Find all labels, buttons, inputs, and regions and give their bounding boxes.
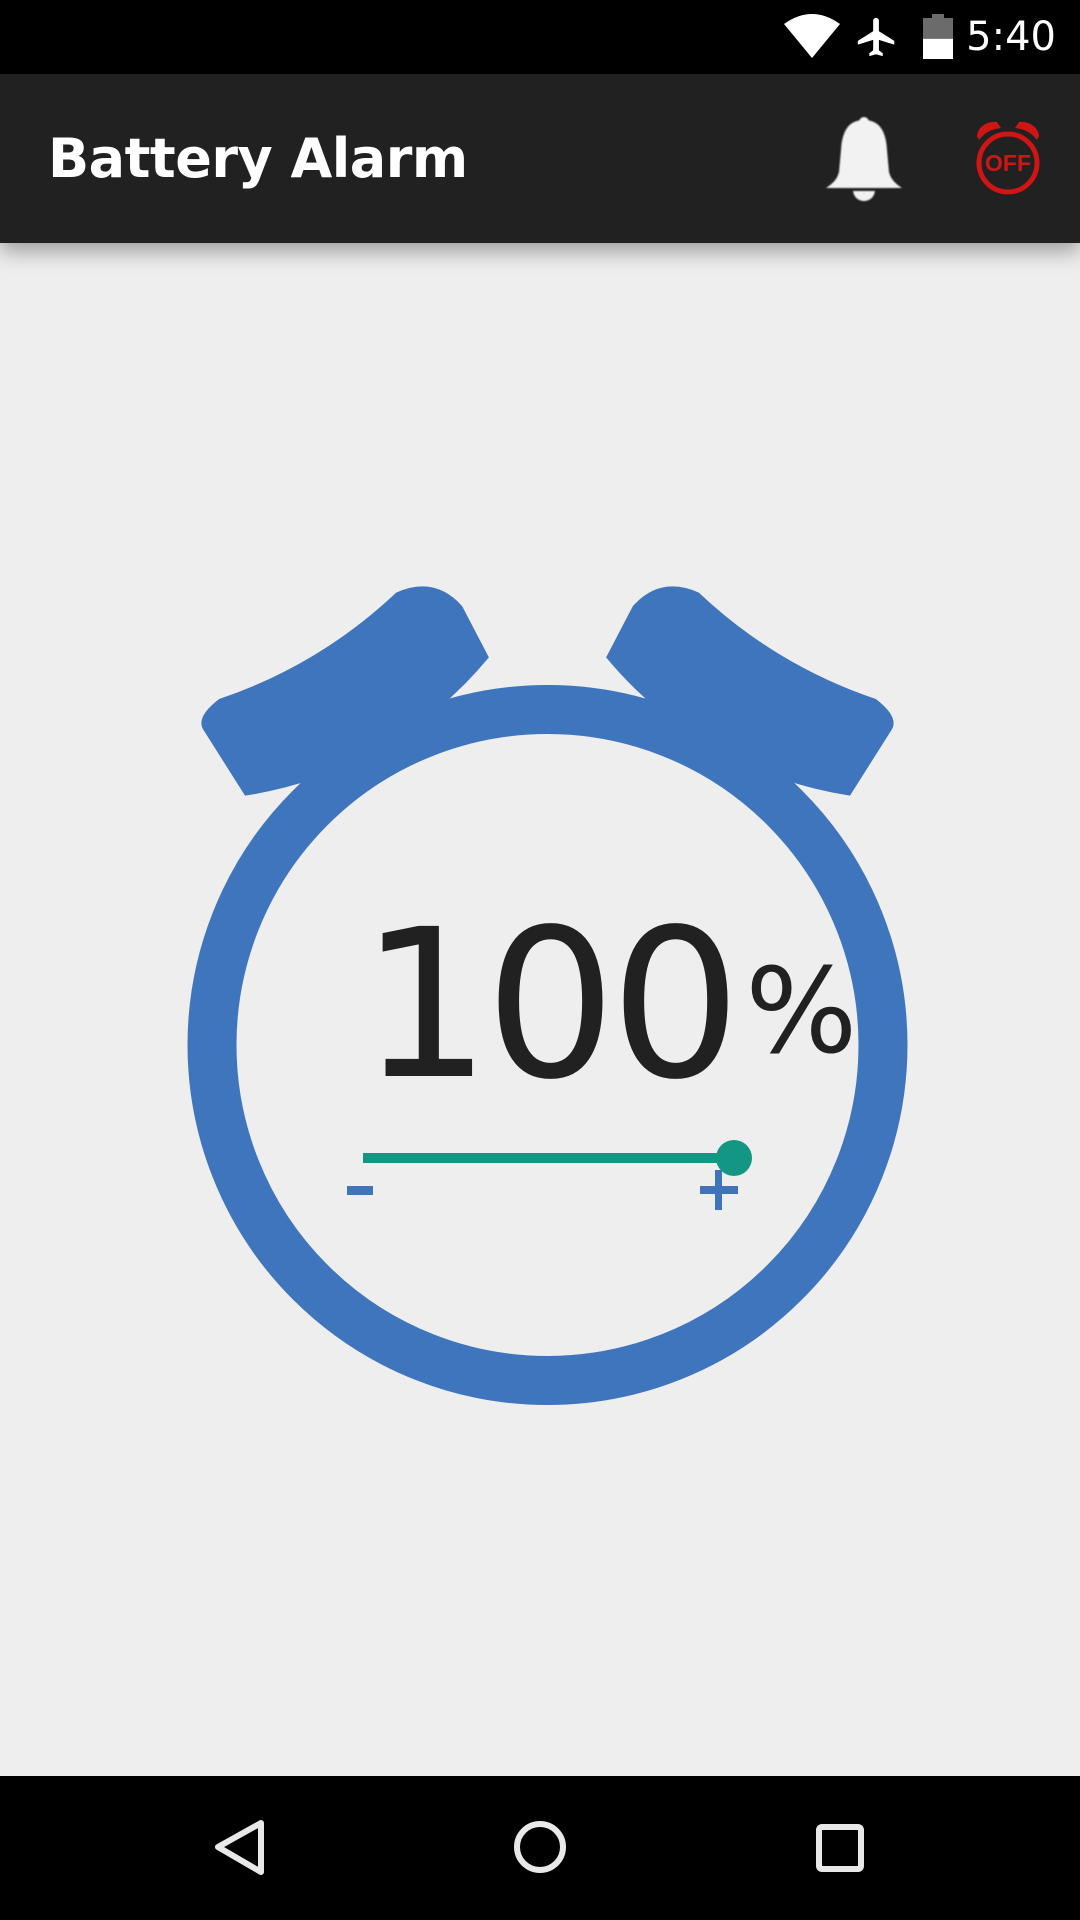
nav-back-button[interactable] (140, 1776, 340, 1920)
battery-threshold-display: 100% (360, 890, 857, 1120)
home-icon (514, 1821, 566, 1873)
increase-button[interactable] (700, 1170, 740, 1210)
nav-home-button[interactable] (440, 1776, 640, 1920)
decrease-button[interactable] (347, 1186, 373, 1195)
threshold-value: 100 (360, 885, 741, 1125)
navigation-bar (0, 1776, 1080, 1920)
alarm-off-toggle-button[interactable]: OFF (966, 116, 1050, 200)
slider-fill (363, 1153, 734, 1163)
app-title: Battery Alarm (48, 127, 468, 190)
notification-bell-button[interactable] (818, 110, 910, 206)
threshold-slider[interactable] (340, 1126, 752, 1186)
alarm-clock-off-icon: OFF (976, 121, 1040, 195)
threshold-unit: % (745, 942, 858, 1080)
nav-recents-button[interactable] (740, 1776, 940, 1920)
alarm-off-label: OFF (985, 150, 1031, 176)
app-bar: Battery Alarm OFF (0, 74, 1080, 243)
back-icon (215, 1820, 264, 1875)
bell-icon (826, 117, 902, 201)
recents-icon (816, 1824, 864, 1872)
